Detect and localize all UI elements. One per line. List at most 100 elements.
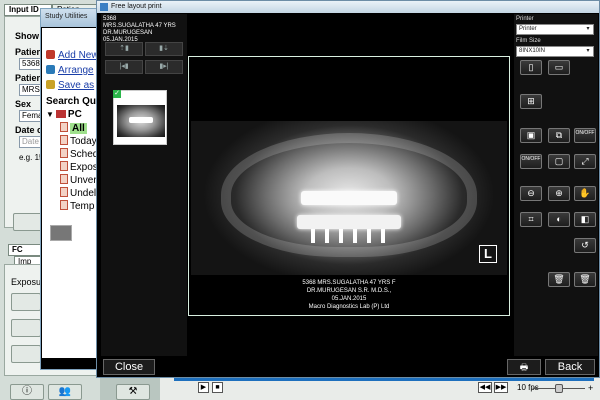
tree-item-temp[interactable]: Temp xyxy=(60,200,94,212)
info-button[interactable]: ⓘ xyxy=(10,384,44,400)
move-up-button[interactable]: ⇡▮ xyxy=(105,42,143,56)
add-patient-button[interactable] xyxy=(13,213,43,231)
study-utilities-panel: Add New Arrange Save as Search Que ▼ PC A… xyxy=(42,28,102,358)
print-preview[interactable]: L 5368 MRS.SUGALATHA 47 YRS F DR.MURUGES… xyxy=(188,56,510,316)
caption-line: 05.JAN.2015 xyxy=(331,296,367,302)
document-icon xyxy=(60,187,68,197)
pc-label: PC xyxy=(67,109,82,120)
add-new-link[interactable]: Add New xyxy=(46,50,99,61)
stop-button[interactable]: ■ xyxy=(212,382,223,393)
implant xyxy=(381,229,385,243)
fps-slider-knob[interactable] xyxy=(555,384,563,393)
delete-page-icon[interactable]: 🗑 xyxy=(548,272,570,287)
tree-item-label: Sched xyxy=(70,149,99,160)
exposure-button-1[interactable] xyxy=(11,293,41,311)
crop-icon[interactable]: ⌗ xyxy=(520,212,542,227)
computer-icon xyxy=(55,110,66,118)
expand-triangle-icon[interactable]: ▼ xyxy=(46,110,54,119)
tree-item-today[interactable]: Today xyxy=(60,135,97,147)
tree-item-label: Today xyxy=(70,136,97,147)
add-new-label: Add New xyxy=(58,50,99,61)
tab-fc[interactable]: FC xyxy=(8,244,44,256)
sex-label: Sex xyxy=(15,99,32,109)
document-icon xyxy=(60,174,68,184)
portrait-orientation-button[interactable]: ▯ xyxy=(520,60,542,75)
arrange-link[interactable]: Arrange xyxy=(46,65,94,76)
thumbnail-xray-image xyxy=(117,105,165,137)
document-icon xyxy=(60,135,68,145)
lower-teeth xyxy=(297,215,401,229)
annotation-toggle-button[interactable]: ON/OFF xyxy=(574,128,596,143)
app-icon xyxy=(100,3,108,11)
implant xyxy=(367,229,371,243)
exposure-button-2[interactable] xyxy=(11,319,41,337)
fit-icon[interactable]: ⤢ xyxy=(574,154,596,169)
tree-item-label: Expos xyxy=(70,162,98,173)
label-toggle-button[interactable]: ON/OFF xyxy=(520,154,542,169)
rotate-icon[interactable]: ↺ xyxy=(574,238,596,253)
slider-plus[interactable]: + xyxy=(588,383,593,393)
frame-icon[interactable]: ▢ xyxy=(548,154,570,169)
tree-item-label: Temp xyxy=(70,201,95,212)
back-button[interactable]: Back xyxy=(545,359,595,375)
save-as-link[interactable]: Save as xyxy=(46,80,94,91)
pc-tree-node[interactable]: ▼ PC xyxy=(46,109,82,120)
implant xyxy=(325,229,329,243)
page-thumbnail[interactable] xyxy=(113,90,167,145)
printer-select[interactable]: Printer ▾ xyxy=(516,24,594,35)
pan-hand-icon[interactable]: ✋ xyxy=(574,186,596,201)
implant xyxy=(353,229,357,243)
thumb-info-line: MRS.SUGALATHA 47 YRS xyxy=(103,23,176,29)
study-utilities-titlebar[interactable]: Study Utilities xyxy=(41,9,103,27)
thumbnail-column: 5368 MRS.SUGALATHA 47 YRS DR.MURUGESAN 0… xyxy=(101,14,187,356)
tree-item-label: Unver xyxy=(70,175,97,186)
forward-button[interactable]: ▶▶ xyxy=(494,382,508,393)
document-icon xyxy=(60,122,68,132)
checkbox-checked-icon[interactable]: ✓ xyxy=(113,90,121,98)
last-page-button[interactable]: ▮▸| xyxy=(145,60,183,74)
copy-icon[interactable]: ⧉ xyxy=(548,128,570,143)
save-as-icon xyxy=(46,80,55,89)
film-size-select[interactable]: 8INX10IN ▾ xyxy=(516,46,594,57)
move-down-button[interactable]: ▮⇣ xyxy=(145,42,183,56)
thumb-info-line: 5368 xyxy=(103,16,117,22)
chevron-down-icon: ▾ xyxy=(586,26,590,32)
exposure-button-3[interactable] xyxy=(11,345,41,363)
contrast-icon[interactable]: ◐ xyxy=(548,212,570,227)
users-button[interactable]: 👥 xyxy=(48,384,82,400)
study-utilities-window: Study Utilities Add New Arrange Save as … xyxy=(40,8,104,370)
document-icon xyxy=(60,200,68,210)
free-layout-print-titlebar[interactable]: Free layout print xyxy=(97,1,599,13)
study-thumbnail[interactable] xyxy=(50,225,72,241)
zoom-in-icon[interactable]: ⊕ xyxy=(548,186,570,201)
tree-item-all[interactable]: All xyxy=(60,122,87,134)
close-button[interactable]: Close xyxy=(103,359,155,375)
caption-line: 5368 MRS.SUGALATHA 47 YRS F xyxy=(302,280,396,286)
landscape-orientation-button[interactable]: ▭ xyxy=(548,60,570,75)
delete-all-icon[interactable]: 🗑 xyxy=(574,272,596,287)
tree-item-unverified[interactable]: Unver xyxy=(60,174,97,186)
search-query-heading: Search Que xyxy=(46,96,102,107)
caption-line: Macro Diagnostics Lab (P) Ltd xyxy=(308,304,390,310)
on-off-label: ON/OFF xyxy=(521,156,541,162)
document-icon xyxy=(60,161,68,171)
thumbnail-teeth xyxy=(129,117,153,123)
tree-item-label: Undel xyxy=(70,188,97,199)
upper-teeth xyxy=(301,191,397,205)
first-page-button[interactable]: |◂▮ xyxy=(105,60,143,74)
print-icon[interactable]: 🖶 xyxy=(507,359,541,375)
tools-button[interactable]: ⚒ xyxy=(116,384,150,400)
image-caption: 5368 MRS.SUGALATHA 47 YRS F DR.MURUGESAN… xyxy=(191,279,507,311)
rewind-button[interactable]: ◀◀ xyxy=(478,382,492,393)
zoom-out-icon[interactable]: ⊖ xyxy=(520,186,542,201)
flip-icon[interactable]: ◧ xyxy=(574,212,596,227)
play-button[interactable]: ▶ xyxy=(198,382,209,393)
save-as-label: Save as xyxy=(58,80,95,91)
info-overlay-icon[interactable]: ▣ xyxy=(520,128,542,143)
grid-layout-button[interactable]: ⊞ xyxy=(520,94,542,109)
tree-item-scheduled[interactable]: Sched xyxy=(60,148,98,160)
tree-item-undeleted[interactable]: Undel xyxy=(60,187,96,199)
film-size-value: 8INX10IN xyxy=(519,48,546,54)
printer-value: Printer xyxy=(519,26,537,32)
tree-item-exposed[interactable]: Expos xyxy=(60,161,98,173)
